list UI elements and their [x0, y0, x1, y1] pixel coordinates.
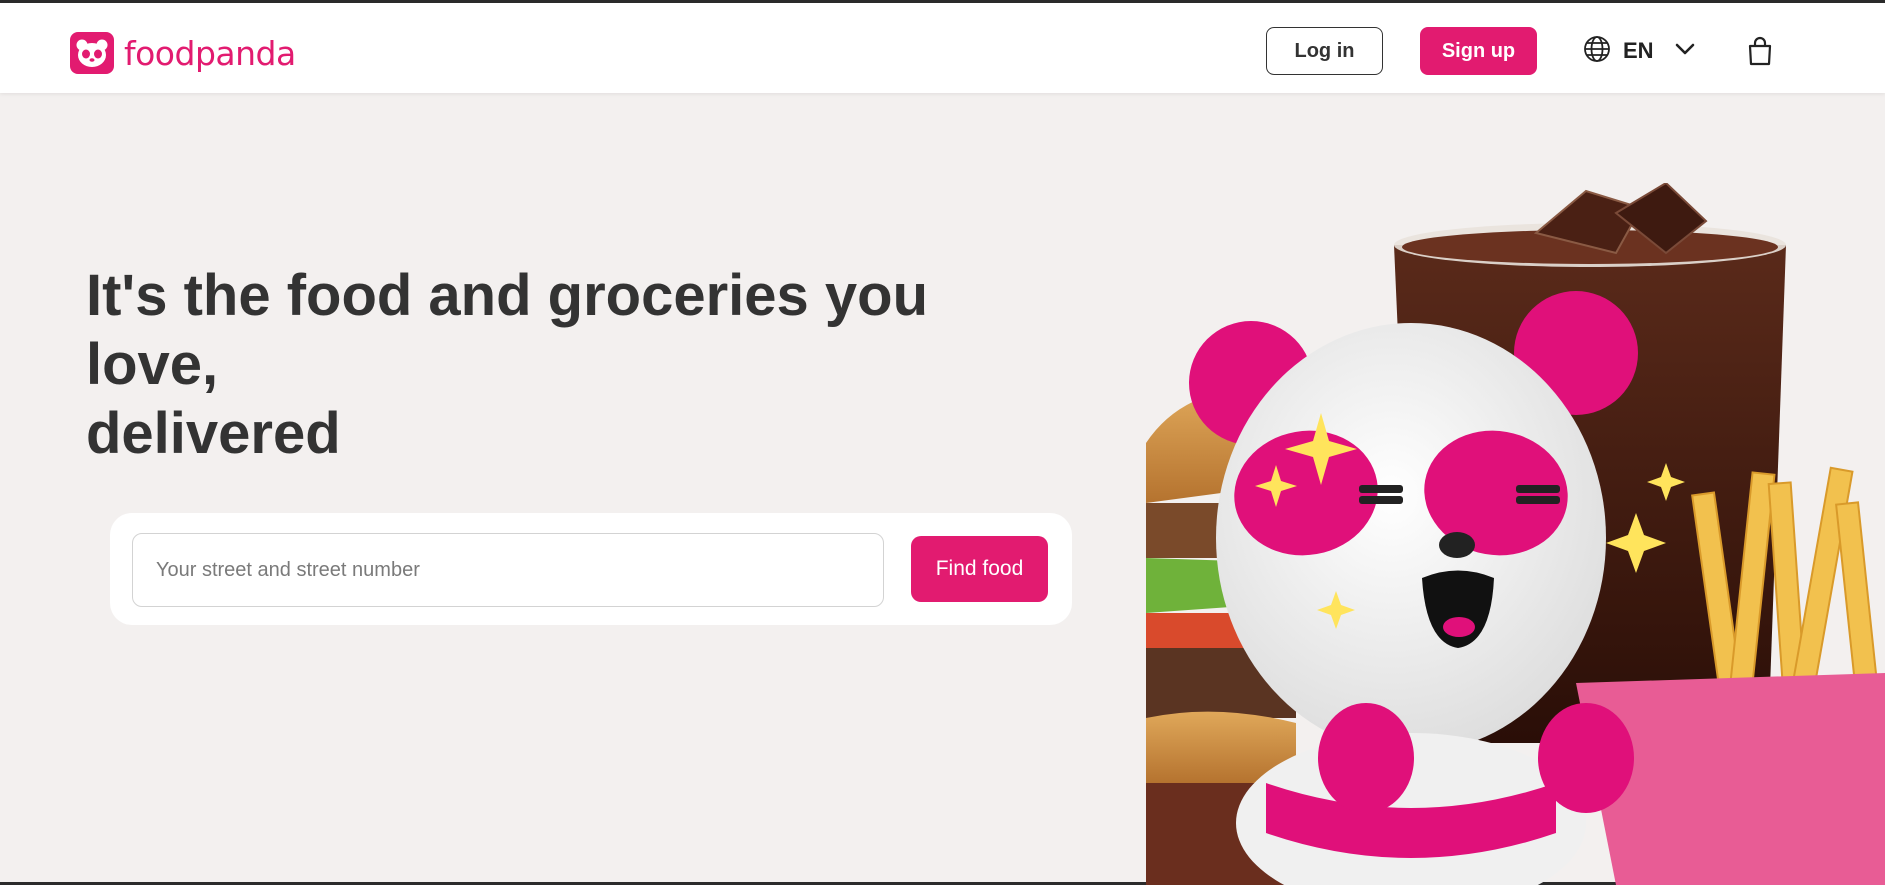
globe-icon	[1583, 35, 1611, 68]
panda-logo-icon	[70, 32, 114, 74]
shopping-bag-icon[interactable]	[1745, 35, 1775, 67]
hero-headline: It's the food and groceries you love, de…	[86, 261, 1046, 468]
brand-name: foodpanda	[124, 33, 296, 73]
hero-illustration	[1146, 181, 1885, 885]
language-label: EN	[1623, 38, 1654, 63]
address-search-card: Find food	[110, 513, 1072, 625]
address-input[interactable]	[132, 533, 884, 607]
chevron-down-icon	[1674, 42, 1696, 61]
signup-button[interactable]: Sign up	[1420, 27, 1537, 75]
hero-headline-line2: delivered	[86, 401, 341, 466]
top-nav: foodpanda Log in Sign up EN	[0, 3, 1885, 93]
login-button[interactable]: Log in	[1266, 27, 1383, 75]
find-food-button[interactable]: Find food	[911, 536, 1048, 602]
language-selector[interactable]: EN	[1583, 33, 1696, 69]
brand-logo[interactable]: foodpanda	[70, 31, 296, 75]
hero-headline-line1: It's the food and groceries you love,	[86, 263, 929, 397]
